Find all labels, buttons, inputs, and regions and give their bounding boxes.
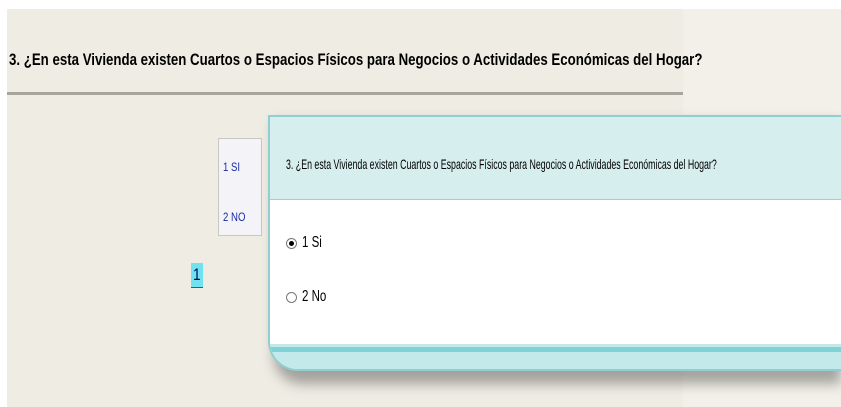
- dialog-title-bar: 3. ¿En esta Vivienda existen Cuartos o E…: [270, 117, 841, 200]
- option-si-label: 1 Si: [302, 234, 322, 251]
- answer-code-yes: 1 SI: [223, 160, 241, 174]
- answer-codes-list: 1 SI 2 NO: [218, 138, 262, 236]
- dialog-footer: [270, 344, 841, 369]
- question-header: 3. ¿En esta Vivienda existen Cuartos o E…: [7, 28, 702, 95]
- answer-code-no: 2 NO: [223, 210, 246, 224]
- radio-unselected-icon[interactable]: [286, 291, 297, 303]
- option-si[interactable]: 1 Si: [286, 232, 330, 254]
- radio-selected-icon[interactable]: [286, 237, 297, 249]
- dialog-options-area: 1 Si 2 No: [270, 200, 841, 344]
- option-no[interactable]: 2 No: [286, 286, 336, 308]
- question-title: 3. ¿En esta Vivienda existen Cuartos o E…: [9, 50, 703, 69]
- answer-input-field[interactable]: 1: [191, 263, 203, 288]
- dialog-title: 3. ¿En esta Vivienda existen Cuartos o E…: [286, 156, 717, 172]
- question-dialog: 3. ¿En esta Vivienda existen Cuartos o E…: [268, 115, 841, 371]
- dialog-footer-divider: [270, 347, 841, 352]
- application-screen: 3. ¿En esta Vivienda existen Cuartos o E…: [0, 0, 841, 407]
- answer-value: 1: [193, 265, 201, 284]
- option-no-label: 2 No: [302, 288, 327, 305]
